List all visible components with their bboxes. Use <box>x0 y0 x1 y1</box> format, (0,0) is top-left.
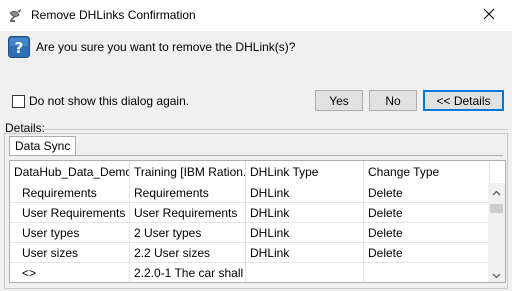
yes-button[interactable]: Yes <box>315 90 363 111</box>
dont-show-again-label[interactable]: Do not show this dialog again. <box>29 94 189 108</box>
tab-strip-border <box>9 155 503 156</box>
cell-change-type: Delete <box>364 223 490 243</box>
chevron-down-icon <box>492 268 501 282</box>
dialog-body: ? Are you sure you want to remove the DH… <box>0 31 512 291</box>
chevron-up-icon <box>492 185 501 199</box>
cell-change-type <box>364 263 490 282</box>
details-panel: Data Sync DataHub_Data_Demo... Training … <box>4 133 508 289</box>
cell-target: Requirements <box>130 183 246 203</box>
cell-source: <> <box>10 263 130 282</box>
table-row[interactable]: User sizes 2.2 User sizes DHLink Delete <box>10 243 490 263</box>
cell-target: 2 User types <box>130 223 246 243</box>
column-header-target[interactable]: Training [IBM Ration... <box>130 161 246 183</box>
scroll-up-button[interactable] <box>488 183 505 200</box>
cell-target: 2.2 User sizes <box>130 243 246 263</box>
cell-link-type: DHLink <box>246 203 364 223</box>
table-header: DataHub_Data_Demo... Training [IBM Ratio… <box>10 161 490 183</box>
cell-change-type: Delete <box>364 183 490 203</box>
svg-text:?: ? <box>15 39 24 57</box>
details-separator <box>42 129 508 130</box>
title-bar: Remove DHLinks Confirmation <box>0 0 512 31</box>
cell-target: User Requirements <box>130 203 246 223</box>
column-header-link-type[interactable]: DHLink Type <box>246 161 364 183</box>
dont-show-again-row[interactable]: Do not show this dialog again. <box>12 94 189 108</box>
cell-target: 2.2.0-1 The car shall be <box>130 263 246 282</box>
close-icon <box>483 8 495 23</box>
no-button[interactable]: No <box>369 90 417 111</box>
tab-data-sync[interactable]: Data Sync <box>9 136 77 155</box>
scroll-down-button[interactable] <box>488 266 505 282</box>
column-header-source[interactable]: DataHub_Data_Demo... <box>10 161 130 183</box>
table-row[interactable]: User types 2 User types DHLink Delete <box>10 223 490 243</box>
question-icon: ? <box>8 36 30 58</box>
table-row[interactable]: Requirements Requirements DHLink Delete <box>10 183 490 203</box>
cell-link-type: DHLink <box>246 183 364 203</box>
table-body: Requirements Requirements DHLink Delete … <box>10 183 490 282</box>
details-toggle-button[interactable]: << Details <box>423 90 504 111</box>
vertical-scrollbar[interactable] <box>488 183 505 282</box>
cell-source: User types <box>10 223 130 243</box>
confirmation-message: Are you sure you want to remove the DHLi… <box>36 40 296 54</box>
column-header-change-type[interactable]: Change Type <box>364 161 490 183</box>
dont-show-again-checkbox[interactable] <box>12 94 25 108</box>
cell-link-type: DHLink <box>246 243 364 263</box>
cell-source: User sizes <box>10 243 130 263</box>
links-table: DataHub_Data_Demo... Training [IBM Ratio… <box>9 160 506 283</box>
window-title: Remove DHLinks Confirmation <box>31 8 196 22</box>
table-row[interactable]: <> 2.2.0-1 The car shall be <box>10 263 490 282</box>
cell-link-type: DHLink <box>246 223 364 243</box>
cell-source: Requirements <box>10 183 130 203</box>
table-row[interactable]: User Requirements User Requirements DHLi… <box>10 203 490 223</box>
satellite-dish-icon <box>8 7 24 23</box>
close-button[interactable] <box>466 0 512 31</box>
cell-source: User Requirements <box>10 203 130 223</box>
cell-change-type: Delete <box>364 243 490 263</box>
cell-change-type: Delete <box>364 203 490 223</box>
cell-link-type <box>246 263 364 282</box>
scroll-thumb[interactable] <box>490 204 503 213</box>
